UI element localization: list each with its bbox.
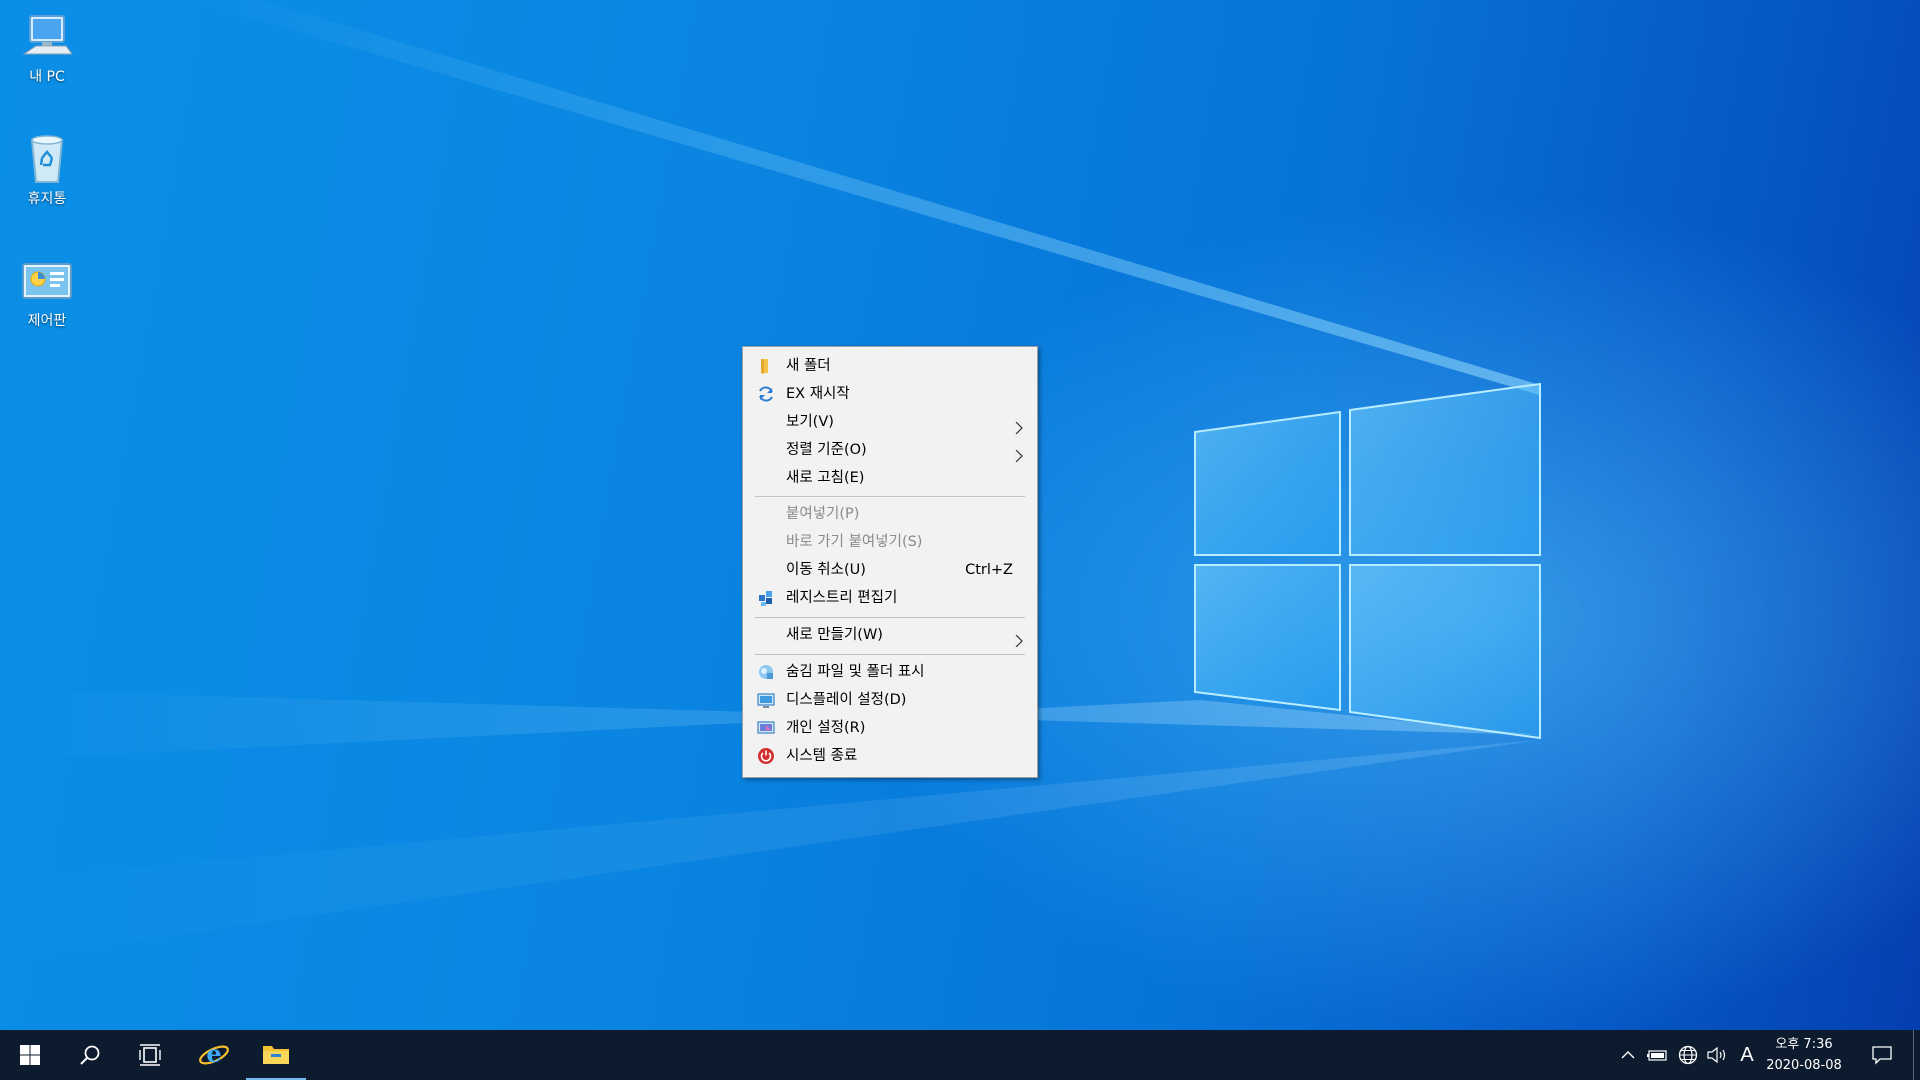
menu-item-label: 숨김 파일 및 폴더 표시 [786, 664, 925, 680]
battery-indicator[interactable] [1645, 1030, 1671, 1080]
globe-icon [1678, 1045, 1698, 1065]
file-explorer-icon [263, 1046, 289, 1064]
chevron-right-icon [1013, 444, 1025, 463]
personalize-icon [757, 719, 775, 737]
menu-item-label: 새 폴더 [786, 358, 831, 374]
menu-item-label: 새로 고침(E) [786, 470, 865, 486]
volume-icon [1707, 1046, 1726, 1064]
action-center-button[interactable] [1862, 1030, 1902, 1080]
chevron-right-icon [1013, 629, 1025, 648]
menu-item-label: 보기(V) [786, 414, 834, 430]
show-hidden-icons-button[interactable] [1616, 1030, 1640, 1080]
start-icon [20, 1045, 40, 1065]
power-icon [757, 747, 775, 765]
clock[interactable]: 오후 7:36 2020-08-08 [1760, 1034, 1848, 1076]
menu-item-undo-move[interactable]: 이동 취소(U) Ctrl+Z [745, 556, 1035, 584]
menu-item-ex-restart[interactable]: EX 재시작 [745, 380, 1035, 408]
menu-separator [755, 496, 1025, 497]
notification-icon [1872, 1046, 1892, 1065]
menu-item-show-hidden-files[interactable]: 숨김 파일 및 폴더 표시 [745, 658, 1035, 686]
chevron-right-icon [1013, 416, 1025, 435]
folder-icon [757, 357, 775, 375]
internet-explorer-button[interactable]: e [183, 1030, 245, 1080]
windows-logo-wallpaper [1194, 382, 1541, 740]
menu-item-personalize[interactable]: 개인 설정(R) [745, 714, 1035, 742]
show-desktop-button[interactable] [1913, 1030, 1920, 1080]
desktop-icon-label: 제어판 [27, 313, 67, 329]
menu-item-registry-editor[interactable]: 레지스트리 편집기 [745, 584, 1035, 612]
menu-item-refresh[interactable]: 새로 고침(E) [745, 464, 1035, 492]
menu-item-display-settings[interactable]: 디스플레이 설정(D) [745, 686, 1035, 714]
menu-item-paste[interactable]: 붙여넣기(P) [745, 500, 1035, 528]
menu-item-paste-shortcut[interactable]: 바로 가기 붙여넣기(S) [745, 528, 1035, 556]
menu-item-label: 시스템 종료 [786, 748, 858, 764]
menu-separator [755, 654, 1025, 655]
hidden-files-icon [757, 663, 775, 681]
network-indicator[interactable] [1675, 1030, 1701, 1080]
volume-indicator[interactable] [1704, 1030, 1732, 1080]
desktop-context-menu: 새 폴더 EX 재시작 보기(V) 정렬 기준(O) 새로 고침(E) 붙여넣기… [742, 346, 1038, 778]
chevron-up-icon [1621, 1051, 1635, 1059]
menu-item-view[interactable]: 보기(V) [745, 408, 1035, 436]
refresh-icon [757, 385, 775, 403]
ime-indicator[interactable]: A [1735, 1030, 1759, 1080]
search-icon [80, 1045, 100, 1065]
registry-icon [757, 589, 775, 607]
menu-item-shortcut: Ctrl+Z [965, 562, 1013, 578]
battery-icon [1647, 1050, 1667, 1061]
menu-item-label: 새로 만들기(W) [786, 627, 883, 643]
menu-item-label: 바로 가기 붙여넣기(S) [786, 534, 923, 550]
search-button[interactable] [60, 1030, 120, 1080]
desktop-icon-label: 휴지통 [27, 191, 67, 207]
menu-item-new-folder[interactable]: 새 폴더 [745, 352, 1035, 380]
menu-item-shutdown[interactable]: 시스템 종료 [745, 742, 1035, 770]
menu-item-label: EX 재시작 [786, 386, 850, 402]
control-panel-icon [20, 254, 74, 308]
desktop-icon-my-pc[interactable]: 내 PC [8, 10, 86, 86]
taskbar: e A 오후 7:36 2020-08-08 [0, 1030, 1920, 1080]
desktop-icon-recycle-bin[interactable]: 휴지통 [8, 132, 86, 208]
task-view-icon [139, 1044, 161, 1066]
svg-text:e: e [206, 1039, 221, 1068]
menu-item-sort-by[interactable]: 정렬 기준(O) [745, 436, 1035, 464]
desktop-icon-control-panel[interactable]: 제어판 [8, 254, 86, 330]
menu-item-label: 이동 취소(U) [786, 562, 866, 578]
menu-separator [755, 617, 1025, 618]
file-explorer-button[interactable] [246, 1030, 306, 1080]
display-icon [757, 691, 775, 709]
menu-item-label: 정렬 기준(O) [786, 442, 867, 458]
ime-mode-label: A [1740, 1043, 1754, 1066]
menu-item-label: 붙여넣기(P) [786, 506, 860, 522]
clock-date: 2020-08-08 [1766, 1058, 1842, 1073]
menu-item-label: 개인 설정(R) [786, 720, 866, 736]
desktop[interactable]: 내 PC 휴지통 제어판 새 폴더 EX 재시작 보기(V) 정렬 기준(O) … [0, 0, 1920, 1030]
menu-item-label: 레지스트리 편집기 [786, 590, 898, 606]
recycle-bin-icon [20, 132, 74, 186]
task-view-button[interactable] [120, 1030, 180, 1080]
computer-icon [20, 10, 74, 64]
menu-item-label: 디스플레이 설정(D) [786, 692, 907, 708]
internet-explorer-icon: e [199, 1039, 229, 1068]
desktop-icon-label: 내 PC [29, 69, 65, 85]
menu-item-new[interactable]: 새로 만들기(W) [745, 621, 1035, 649]
start-button[interactable] [0, 1030, 60, 1080]
clock-time: 오후 7:36 [1775, 1037, 1833, 1052]
